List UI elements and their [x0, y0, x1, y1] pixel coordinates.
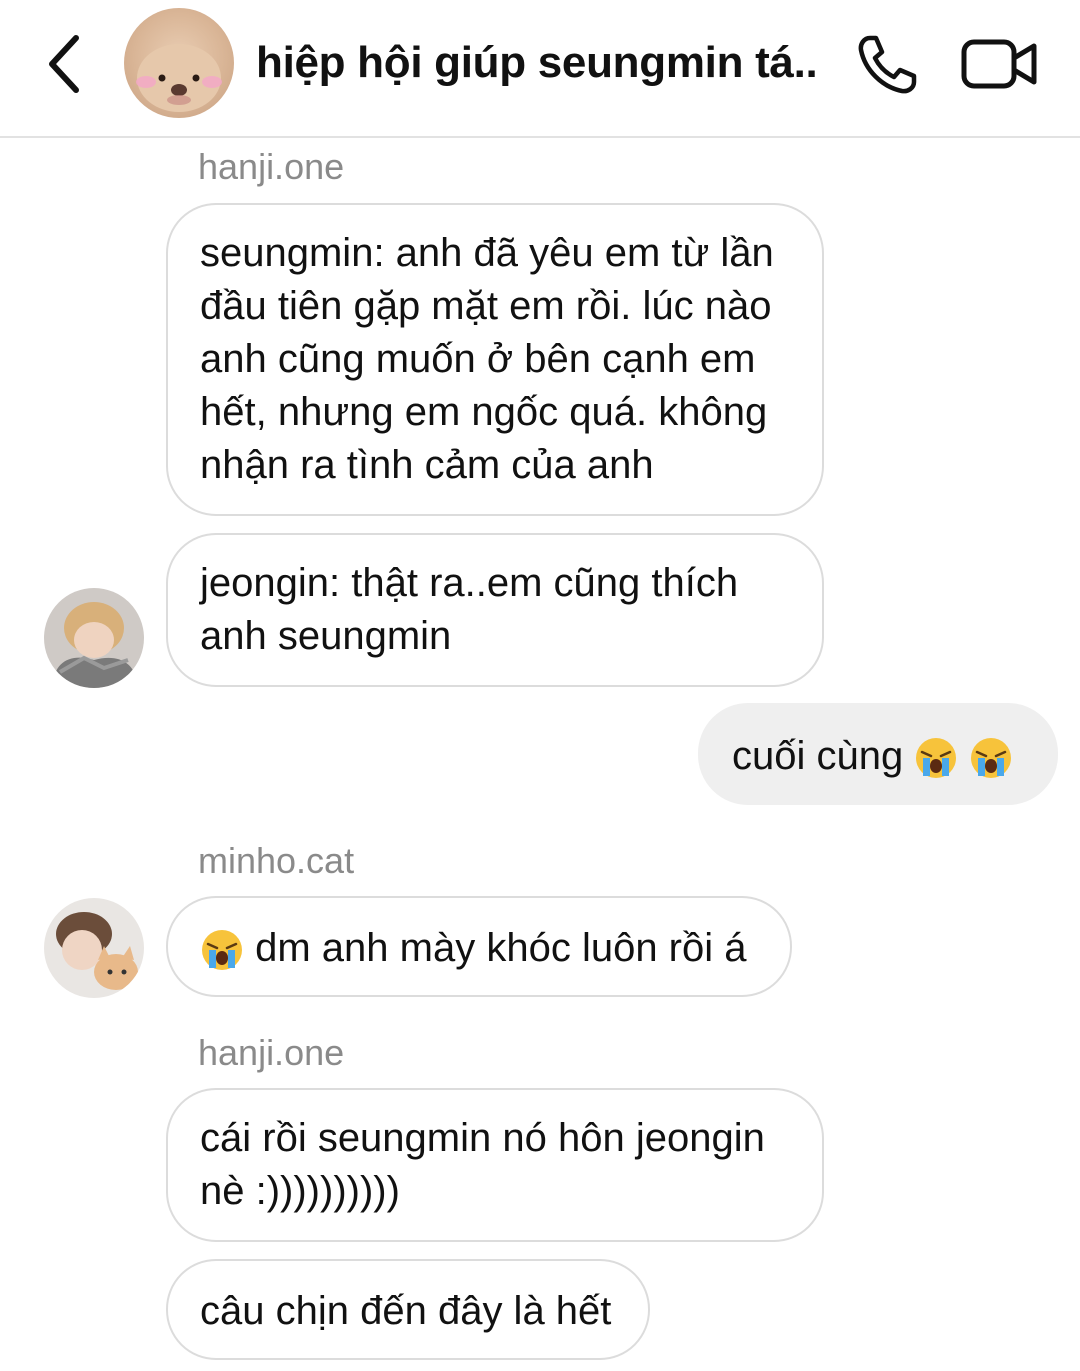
avatar-photo: [44, 898, 144, 998]
message-bubble[interactable]: câu chịn đến đây là hết: [166, 1259, 650, 1360]
message-text: seungmin: anh đã yêu em từ lần đầu tiên …: [200, 231, 774, 487]
sender-name: hanji.one: [198, 1032, 345, 1073]
message-bubble[interactable]: dm anh mày khóc luôn rồi á: [166, 896, 792, 997]
message-text: dm anh mày khóc luôn rồi á: [255, 926, 747, 970]
audio-call-button[interactable]: [852, 30, 922, 100]
back-button[interactable]: [36, 30, 92, 98]
video-call-button[interactable]: [960, 34, 1040, 94]
loudly-crying-emoji-icon: [202, 930, 242, 971]
sender-name: hanji.one: [198, 146, 345, 187]
chat-title[interactable]: hiệp hội giúp seungmin tá..: [256, 38, 816, 88]
message-bubble[interactable]: seungmin: anh đã yêu em từ lần đầu tiên …: [166, 203, 824, 516]
own-message-bubble[interactable]: cuối cùng: [698, 703, 1058, 805]
avatar-photo: [44, 588, 144, 688]
back-chevron-icon: [49, 35, 79, 93]
video-camera-icon: [961, 39, 1037, 89]
message-bubble[interactable]: cái rồi seungmin nó hôn jeongin nè :))))…: [166, 1088, 824, 1242]
sender-avatar[interactable]: [44, 588, 144, 688]
message-bubble[interactable]: jeongin: thật ra..em cũng thích anh seun…: [166, 533, 824, 687]
loudly-crying-emoji-icon: [916, 738, 957, 779]
message-text: cái rồi seungmin nó hôn jeongin nè :))))…: [200, 1116, 765, 1213]
hamster-avatar-image: [136, 44, 222, 112]
sender-avatar[interactable]: [44, 898, 144, 998]
loudly-crying-emoji-icon: [971, 738, 1012, 779]
message-text: câu chịn đến đây là hết: [200, 1289, 612, 1333]
sender-name: minho.cat: [198, 840, 355, 881]
group-avatar[interactable]: [124, 8, 234, 118]
chat-header: hiệp hội giúp seungmin tá..: [0, 0, 1080, 138]
message-text: cuối cùng: [732, 734, 904, 778]
message-text: jeongin: thật ra..em cũng thích anh seun…: [200, 561, 739, 658]
phone-icon: [858, 35, 917, 94]
